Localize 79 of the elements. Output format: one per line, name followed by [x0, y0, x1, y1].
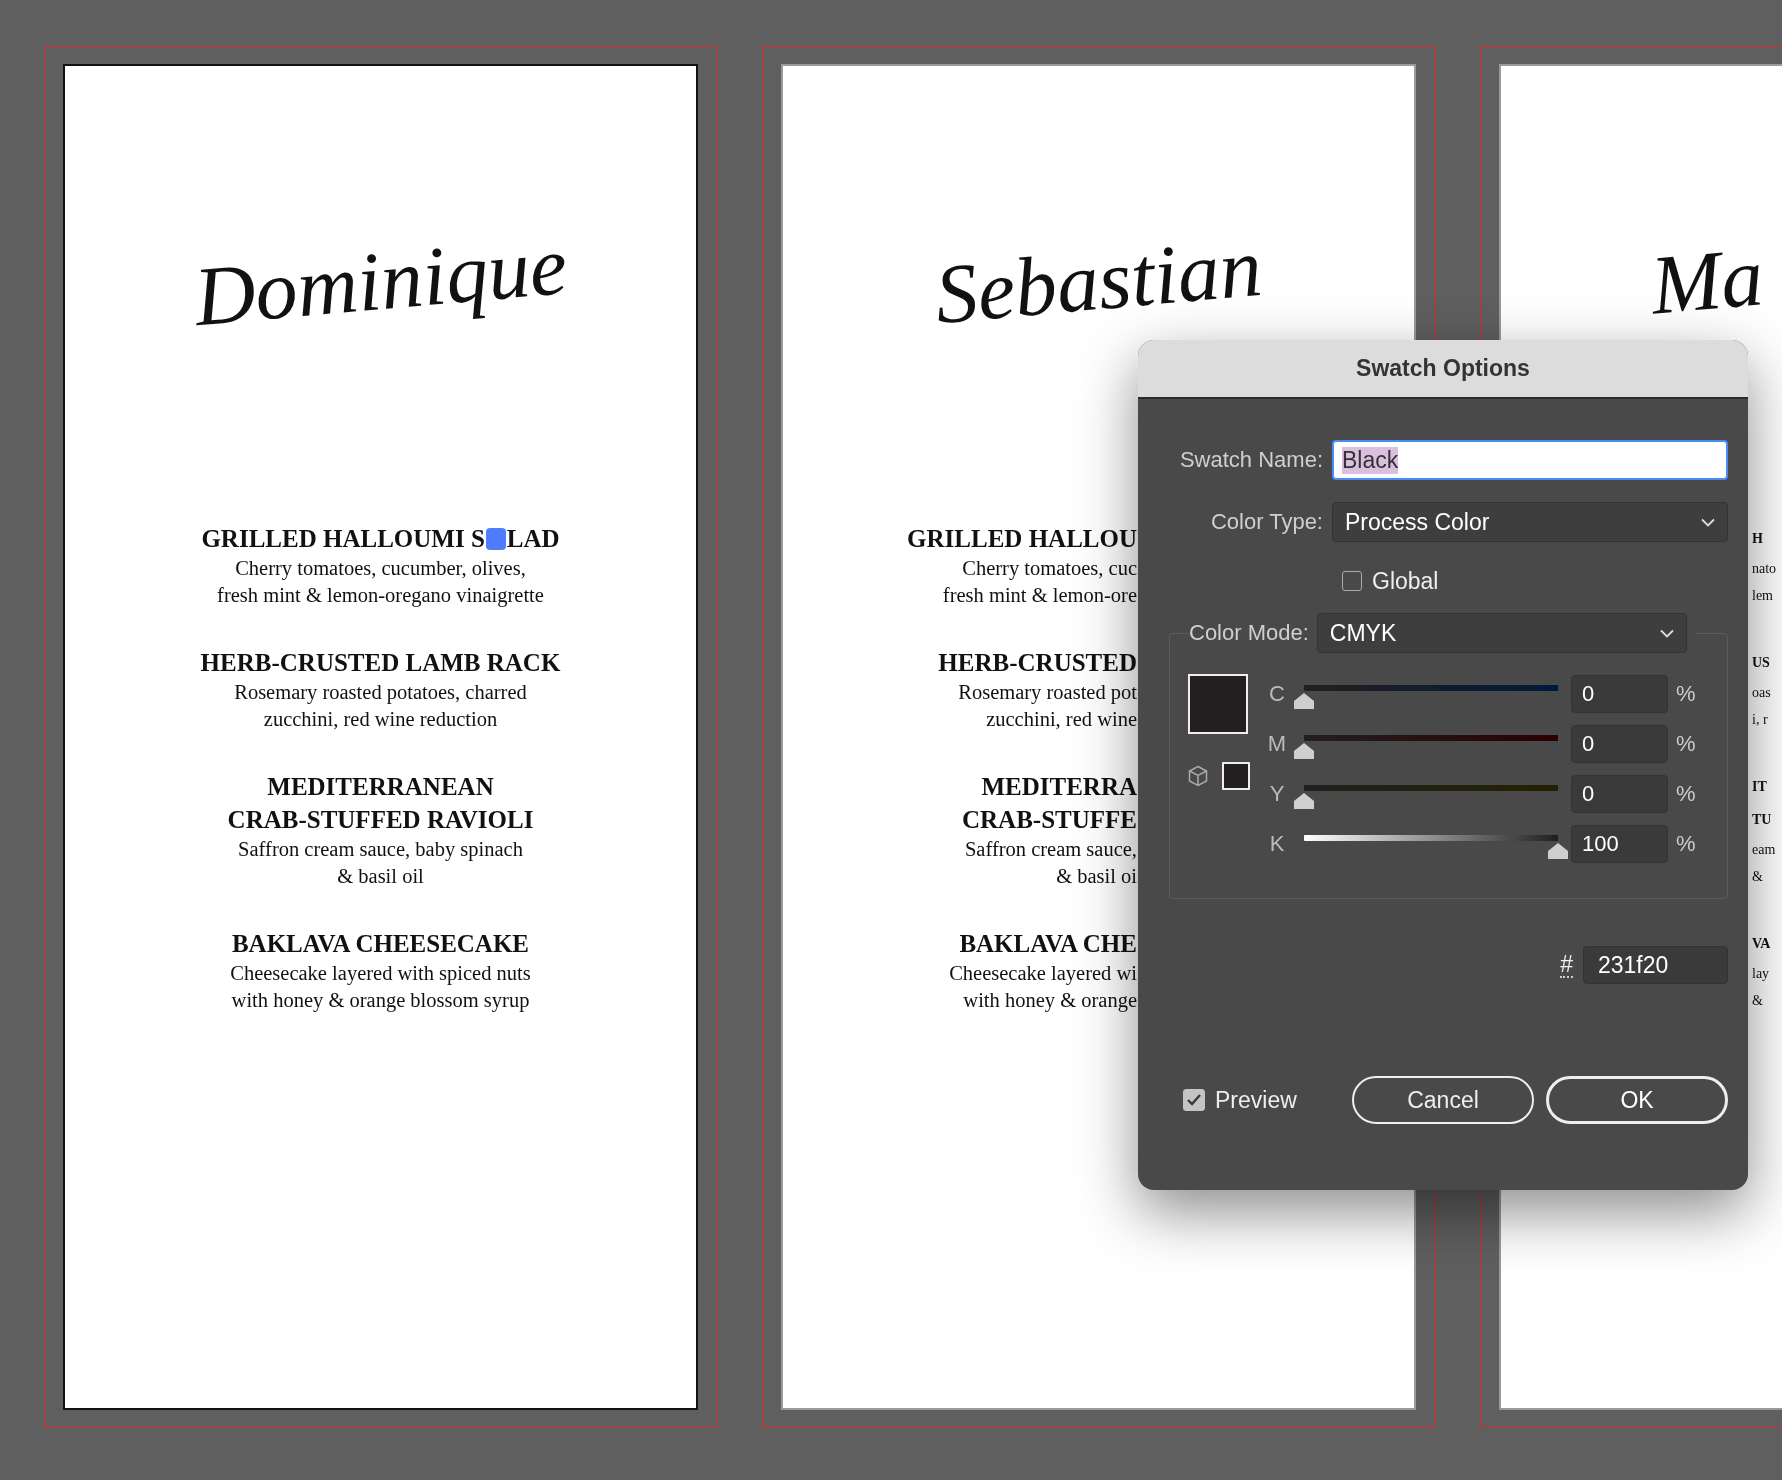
dish-title: US	[1752, 654, 1770, 672]
channel-label: Y	[1268, 781, 1286, 807]
dialog-title: Swatch Options	[1356, 355, 1530, 382]
slider-thumb[interactable]	[1294, 693, 1314, 709]
dish-description: with honey & orange blossom syrup	[231, 988, 530, 1014]
hex-label: #	[1560, 952, 1573, 978]
checkbox-label: Preview	[1215, 1086, 1297, 1114]
script-name: Sebastian	[931, 218, 1266, 344]
dish-description: Rosemary roasted pot	[958, 680, 1137, 706]
dish-title: LAD	[506, 524, 560, 554]
dish-description: lay	[1752, 965, 1770, 983]
dish-description: Cheesecake layered with spiced nuts	[230, 961, 531, 987]
small-color-swatch[interactable]	[1222, 762, 1250, 790]
cancel-button[interactable]: Cancel	[1352, 1076, 1534, 1124]
dish-title: BAKLAVA CHEESECAKE	[231, 929, 530, 959]
script-name: Ma	[1646, 228, 1768, 334]
hex-value-field[interactable]: 231f20	[1583, 946, 1728, 984]
dish-description: &	[1752, 992, 1763, 1010]
percent-unit: %	[1676, 731, 1696, 757]
chevron-down-icon	[1701, 517, 1715, 527]
channel-value-field[interactable]: 100	[1571, 825, 1668, 863]
swatch-name-field[interactable]: Black	[1332, 440, 1728, 480]
slider-thumb[interactable]	[1294, 793, 1314, 809]
dish-description: & basil oi	[1056, 864, 1137, 889]
dish-description: Saffron cream sauce,	[964, 837, 1137, 862]
color-mode-dropdown[interactable]: CMYK	[1316, 613, 1687, 653]
slider-thumb[interactable]	[1548, 843, 1568, 859]
percent-unit: %	[1676, 681, 1696, 707]
channel-value-field[interactable]: 0	[1571, 775, 1668, 813]
dish-description: i, r	[1752, 711, 1768, 729]
checkbox-label: Global	[1372, 567, 1439, 595]
dish-title: MEDITERRA	[981, 772, 1137, 802]
channel-label: K	[1268, 831, 1286, 857]
dish-title: CRAB-STUFFE	[962, 805, 1137, 835]
channel-label: C	[1268, 681, 1286, 707]
dish-title: BAKLAVA CHE	[959, 929, 1137, 959]
dish-description: Rosemary roasted potatoes, charred	[234, 680, 527, 706]
dish-description: Cheesecake layered wi	[949, 961, 1137, 987]
dish-title: H	[1752, 530, 1763, 548]
dish-description: nato	[1752, 560, 1777, 578]
dish-description: oas	[1752, 684, 1771, 702]
dish-title: VA	[1752, 935, 1771, 953]
field-label: Swatch Name:	[1178, 447, 1324, 473]
percent-unit: %	[1676, 781, 1696, 807]
field-label: Color Mode:	[1189, 620, 1309, 646]
dish-description: with honey & orange	[963, 988, 1137, 1014]
channel-value-field[interactable]: 0	[1571, 725, 1668, 763]
dish-description: fresh mint & lemon-oregano vinaigrette	[217, 583, 544, 609]
dish-title: TU	[1752, 811, 1772, 829]
checkmark-icon	[1186, 1093, 1202, 1107]
cube-icon	[1188, 765, 1208, 787]
channel-value-field[interactable]: 0	[1571, 675, 1668, 713]
percent-unit: %	[1676, 831, 1696, 857]
dish-description: eam	[1752, 841, 1776, 859]
dish-description: zucchini, red wine	[986, 707, 1137, 732]
script-name: Dominique	[189, 216, 572, 346]
dish-title: CRAB-STUFFED RAVIOLI	[227, 805, 534, 835]
dish-description: Saffron cream sauce, baby spinach	[238, 837, 523, 863]
dish-title: HERB-CRUSTED	[938, 648, 1137, 678]
dish-description: Cherry tomatoes, cucumber, olives,	[235, 556, 526, 582]
dish-title: GRILLED HALLOUMI S	[201, 524, 485, 554]
color-type-dropdown[interactable]: Process Color	[1332, 502, 1728, 542]
dish-description: Cherry tomatoes, cuc	[962, 556, 1137, 582]
field-label: Color Type:	[1209, 509, 1324, 535]
dish-title: GRILLED HALLOU	[907, 524, 1137, 554]
chevron-down-icon	[1659, 628, 1674, 638]
dish-title: HERB-CRUSTED LAMB RACK	[200, 648, 561, 678]
channel-label: M	[1266, 731, 1288, 757]
dish-title: IT	[1752, 778, 1767, 796]
slider-thumb[interactable]	[1294, 743, 1314, 759]
dish-description: fresh mint & lemon-ore	[942, 583, 1137, 608]
dish-description: lem	[1752, 587, 1773, 605]
dish-description: zucchini, red wine reduction	[263, 707, 498, 732]
ok-button[interactable]: OK	[1546, 1076, 1728, 1124]
preview-checkbox[interactable]	[1183, 1089, 1205, 1111]
dish-description: &	[1752, 868, 1763, 886]
global-checkbox[interactable]	[1342, 571, 1362, 591]
dish-description: & basil oil	[337, 864, 424, 889]
dish-title: MEDITERRANEAN	[267, 772, 494, 802]
